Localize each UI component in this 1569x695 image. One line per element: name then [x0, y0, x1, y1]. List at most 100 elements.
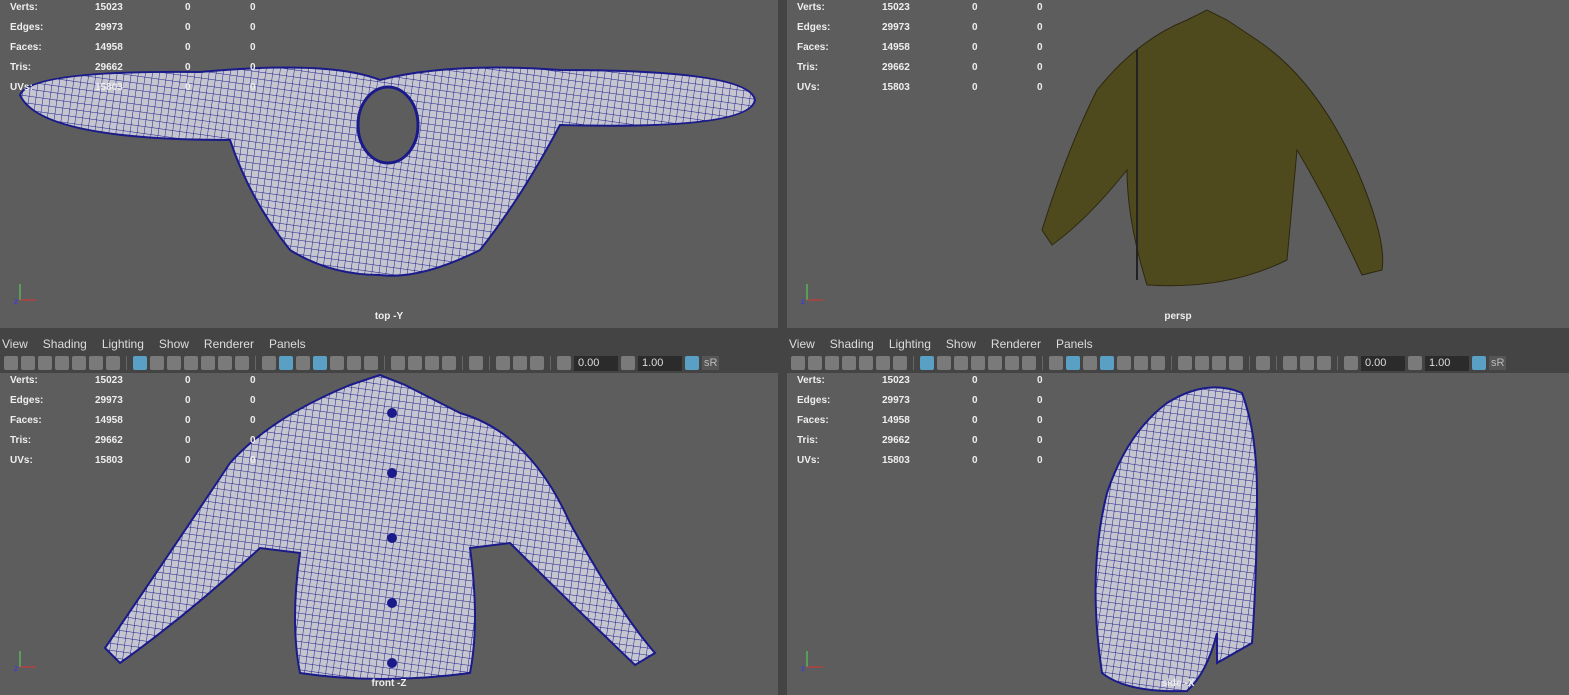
menu-show[interactable]: Show — [159, 337, 189, 351]
wireframe-icon[interactable] — [1049, 356, 1063, 370]
camera-lock-icon[interactable] — [21, 356, 35, 370]
menu-renderer[interactable]: Renderer — [991, 337, 1041, 351]
wireframe-on-shaded-icon[interactable] — [1100, 356, 1114, 370]
grid-pen-icon[interactable] — [859, 356, 873, 370]
bookmark-icon[interactable] — [842, 356, 856, 370]
snapshot-icon[interactable] — [89, 356, 103, 370]
shadows-icon[interactable] — [1151, 356, 1165, 370]
gamma-input[interactable]: 1.00 — [638, 355, 682, 371]
safe-action-icon[interactable] — [1005, 356, 1019, 370]
resolution-gate-icon[interactable] — [954, 356, 968, 370]
lights-icon[interactable] — [1134, 356, 1148, 370]
stat-label: Edges: — [797, 395, 831, 406]
gate-mask-icon[interactable] — [971, 356, 985, 370]
color-mgmt-icon[interactable] — [1472, 356, 1486, 370]
menu-renderer[interactable]: Renderer — [204, 337, 254, 351]
isolate-select-icon[interactable] — [1256, 356, 1270, 370]
gamma-icon[interactable] — [1408, 356, 1422, 370]
menu-panels[interactable]: Panels — [1056, 337, 1093, 351]
backface-icon[interactable] — [530, 356, 544, 370]
shade-default-icon[interactable] — [1083, 356, 1097, 370]
ambient-occlusion-icon[interactable] — [1178, 356, 1192, 370]
stat-components: 0 — [250, 455, 256, 466]
pencil-icon[interactable] — [893, 356, 907, 370]
grid-icon[interactable] — [920, 356, 934, 370]
camera-icon[interactable] — [4, 356, 18, 370]
grid-pen-icon[interactable] — [72, 356, 86, 370]
stat-value: 15023 — [882, 375, 910, 386]
color-mgmt-icon[interactable] — [685, 356, 699, 370]
safe-title-icon[interactable] — [235, 356, 249, 370]
safe-title-icon[interactable] — [1022, 356, 1036, 370]
smooth-shade-icon[interactable] — [1066, 356, 1080, 370]
menu-shading[interactable]: Shading — [43, 337, 87, 351]
xray-joints-icon[interactable] — [1300, 356, 1314, 370]
stat-value: 15803 — [882, 455, 910, 466]
lights-icon[interactable] — [347, 356, 361, 370]
wireframe-on-shaded-icon[interactable] — [313, 356, 327, 370]
bookmark-icon[interactable] — [55, 356, 69, 370]
xray-joints-icon[interactable] — [513, 356, 527, 370]
isolate-select-icon[interactable] — [469, 356, 483, 370]
camera-attr-icon[interactable] — [38, 356, 52, 370]
gate-mask-icon[interactable] — [184, 356, 198, 370]
smooth-shade-icon[interactable] — [279, 356, 293, 370]
stat-label: UVs: — [10, 455, 33, 466]
viewport-persp[interactable]: Verts: 15023 0 0 Edges: 29973 0 0 Faces: 14958 0 0 T… — [787, 0, 1569, 328]
dof-icon[interactable] — [1229, 356, 1243, 370]
ambient-occlusion-icon[interactable] — [391, 356, 405, 370]
stat-components: 0 — [250, 415, 256, 426]
anti-alias-icon[interactable] — [1212, 356, 1226, 370]
stat-selected: 0 — [185, 415, 191, 426]
resolution-gate-icon[interactable] — [167, 356, 181, 370]
stat-components: 0 — [1037, 375, 1043, 386]
shadows-icon[interactable] — [364, 356, 378, 370]
exposure-icon[interactable] — [557, 356, 571, 370]
stat-label: UVs: — [10, 82, 33, 93]
film-gate-icon[interactable] — [150, 356, 164, 370]
film-gate-icon[interactable] — [937, 356, 951, 370]
motion-blur-icon[interactable] — [408, 356, 422, 370]
snapshot-icon[interactable] — [876, 356, 890, 370]
viewport-top[interactable]: Verts: 15023 0 0 Edges: 29973 0 0 Faces: 14958 0 0 T… — [0, 0, 778, 328]
view-transform-label[interactable]: sR — [702, 356, 720, 370]
camera-attr-icon[interactable] — [825, 356, 839, 370]
textured-icon[interactable] — [330, 356, 344, 370]
grid-icon[interactable] — [133, 356, 147, 370]
anti-alias-icon[interactable] — [425, 356, 439, 370]
view-transform-label[interactable]: sR — [1489, 356, 1507, 370]
stat-label: Verts: — [10, 375, 38, 386]
wireframe-icon[interactable] — [262, 356, 276, 370]
gamma-input[interactable]: 1.00 — [1425, 355, 1469, 371]
menu-view[interactable]: View — [2, 337, 28, 351]
exposure-input[interactable]: 0.00 — [574, 355, 618, 371]
xray-icon[interactable] — [1283, 356, 1297, 370]
menu-show[interactable]: Show — [946, 337, 976, 351]
backface-icon[interactable] — [1317, 356, 1331, 370]
camera-lock-icon[interactable] — [808, 356, 822, 370]
pencil-icon[interactable] — [106, 356, 120, 370]
safe-action-icon[interactable] — [218, 356, 232, 370]
motion-blur-icon[interactable] — [1195, 356, 1209, 370]
textured-icon[interactable] — [1117, 356, 1131, 370]
viewport-front[interactable]: Verts: 15023 0 0 Edges: 29973 0 0 Faces: 14958 0 0 T… — [0, 373, 778, 695]
dof-icon[interactable] — [442, 356, 456, 370]
stat-label: Verts: — [797, 2, 825, 13]
xray-icon[interactable] — [496, 356, 510, 370]
toolbar-separator — [550, 356, 551, 370]
exposure-icon[interactable] — [1344, 356, 1358, 370]
shade-default-icon[interactable] — [296, 356, 310, 370]
field-chart-icon[interactable] — [201, 356, 215, 370]
menu-view[interactable]: View — [789, 337, 815, 351]
menu-lighting[interactable]: Lighting — [889, 337, 931, 351]
viewport-side[interactable]: Verts: 15023 0 0 Edges: 29973 0 0 Faces: 14958 0 0 T… — [787, 373, 1569, 695]
exposure-input[interactable]: 0.00 — [1361, 355, 1405, 371]
viewport-front-panel: View Shading Lighting Show Renderer Panels 0.… — [0, 335, 778, 695]
menu-shading[interactable]: Shading — [830, 337, 874, 351]
menu-panels[interactable]: Panels — [269, 337, 306, 351]
field-chart-icon[interactable] — [988, 356, 1002, 370]
gamma-icon[interactable] — [621, 356, 635, 370]
menu-lighting[interactable]: Lighting — [102, 337, 144, 351]
camera-icon[interactable] — [791, 356, 805, 370]
stat-components: 0 — [1037, 435, 1043, 446]
